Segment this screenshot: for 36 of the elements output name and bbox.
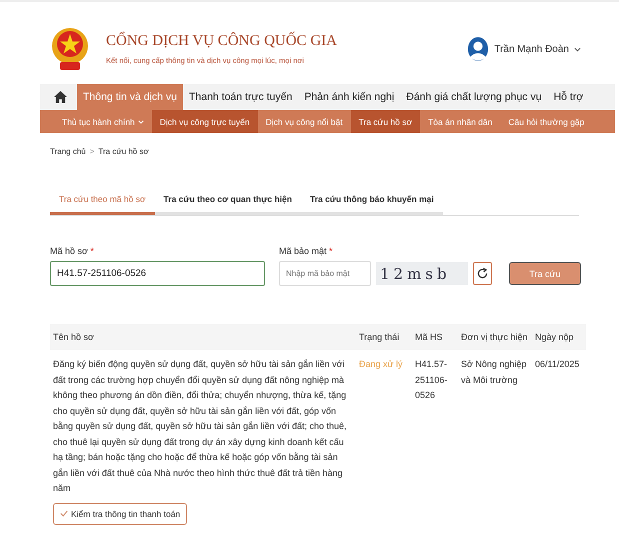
column-header: Ngày nộp — [532, 324, 586, 350]
home-icon[interactable] — [54, 91, 67, 103]
main-nav-tab[interactable]: Đánh giá chất lượng phục vụ — [400, 84, 548, 110]
column-header: Đơn vị thực hiện — [458, 324, 532, 350]
record-code-cell: H41.57-251106-0526 — [412, 350, 458, 496]
user-name: Trần Mạnh Đoàn — [494, 44, 569, 54]
record-code-field[interactable]: H41.57-251106-0526 — [50, 261, 265, 286]
sub-nav-item[interactable]: Tra cứu hồ sơ — [350, 110, 420, 133]
security-code-label: Mã bảo mật * — [279, 246, 334, 256]
security-code-field[interactable]: Nhập mã bảo mật — [279, 261, 371, 286]
captcha-image: 12msb — [376, 262, 468, 285]
search-tab[interactable]: Tra cứu theo mã hồ sơ — [50, 194, 155, 215]
column-header: Mã HS — [412, 324, 458, 350]
portal-title: CỔNG DỊCH VỤ CÔNG QUỐC GIA — [106, 33, 337, 50]
record-code-label: Mã hồ sơ * — [50, 246, 95, 256]
status-cell: Đang xử lý — [356, 350, 412, 496]
breadcrumb-link[interactable]: Tra cứu hồ sơ — [98, 147, 149, 156]
agency-cell: Sở Nông nghiệp và Môi trường — [458, 350, 532, 496]
main-nav-tab[interactable]: Hỗ trợ — [548, 84, 590, 110]
user-avatar-icon — [467, 36, 490, 62]
checkmark-icon — [60, 510, 68, 517]
user-menu[interactable]: Trần Mạnh Đoàn — [467, 36, 581, 62]
check-payment-button[interactable]: Kiểm tra thông tin thanh toán — [53, 502, 188, 524]
column-header: Trạng thái — [356, 324, 412, 350]
breadcrumb-link[interactable]: Trang chủ — [50, 147, 86, 156]
search-tab[interactable]: Tra cứu thông báo khuyến mại — [300, 194, 443, 215]
sub-nav-item[interactable]: Dịch vụ công trực tuyến — [152, 110, 258, 133]
main-nav-tab[interactable]: Phản ánh kiến nghị — [298, 84, 400, 110]
main-nav-tab[interactable]: Thanh toán trực tuyến — [182, 84, 298, 110]
record-name-cell: Đăng ký biến động quyền sử dụng đất, quyền sở hữu tài sản gắn liền với đất trong các trường hợp chuyển đổi quyền sử dụng đất nông nghiệp mà không theo phương án dồn điền, đổi thửa; chuyển nhượng, thừa kế, tặng cho quyền sử dụng đất, quyền sở hữu tài sản gắn liền với đất, góp vốn bằng quyền sử dụng đất, quyền sở hữu tài sản gắn liền với đất; cho thuê, cho thuê lại quyền sử dụng đất trong dự án xây dựng kinh doanh kết cấu hạ tầng; bán hoặc tặng cho hoặc để thừa kế hoặc góp vốn bằng tài sản gắn liền với đất thuê của Nhà nước theo hình thức thuê đất trả tiền hàng năm — [50, 350, 356, 496]
search-tab[interactable]: Tra cứu theo cơ quan thực hiện — [154, 194, 301, 215]
date-cell: 06/11/2025 — [532, 350, 586, 496]
refresh-captcha-button[interactable] — [473, 262, 492, 285]
refresh-icon — [476, 267, 489, 280]
breadcrumb-separator: > — [90, 147, 94, 156]
column-header: Tên hồ sơ — [50, 324, 356, 350]
